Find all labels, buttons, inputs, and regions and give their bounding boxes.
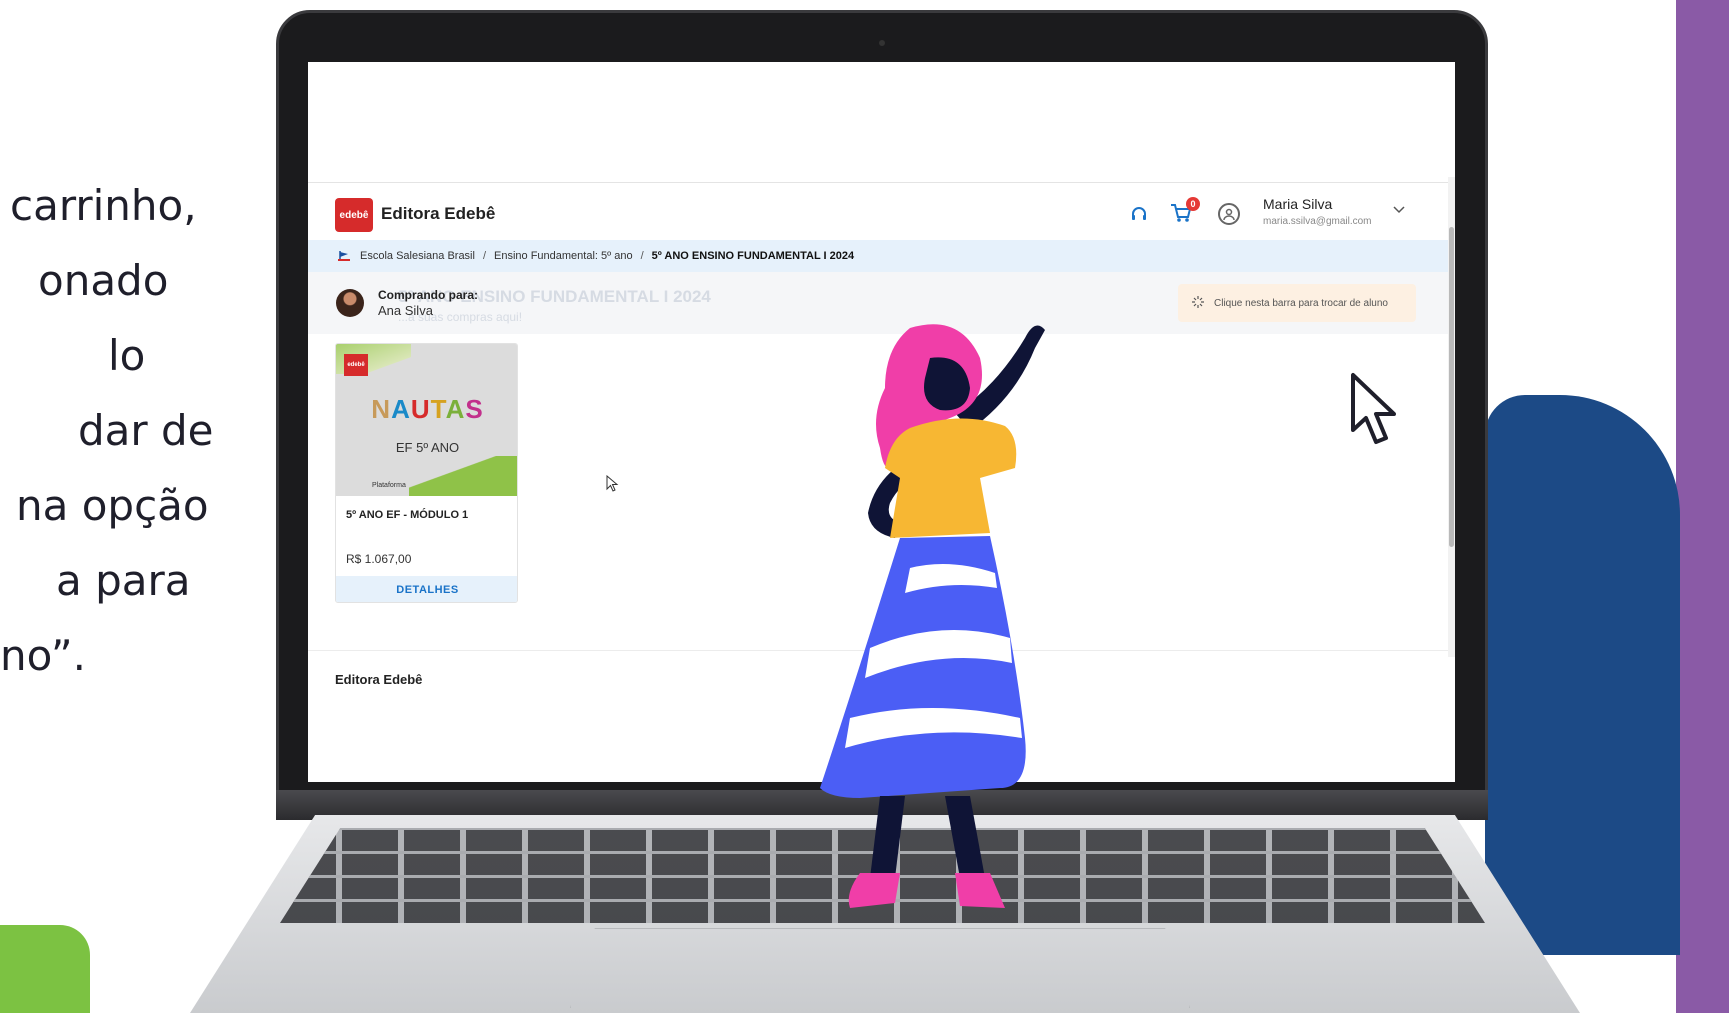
breadcrumb-separator: /: [482, 250, 487, 262]
series-letter: U: [410, 394, 431, 424]
breadcrumb-item-school[interactable]: Escola Salesiana Brasil: [360, 250, 475, 262]
instruction-line: no”.: [0, 631, 86, 680]
cover-grade: EF 5º ANO: [395, 440, 460, 455]
cover-grass-decoration: [409, 456, 517, 496]
instruction-line: dar de: [78, 406, 214, 455]
footer-brand: Editora Edebê: [335, 672, 423, 687]
user-circle-icon[interactable]: [1218, 203, 1240, 225]
details-button[interactable]: DETALHES: [336, 576, 517, 602]
cover-platform-label: Plataforma: [372, 482, 406, 489]
camera-icon: [879, 40, 885, 46]
chevron-down-icon[interactable]: [1393, 203, 1405, 217]
woman-illustration: [790, 318, 1090, 968]
cart-count-badge: 0: [1186, 197, 1200, 211]
instruction-line: na opção: [16, 481, 209, 530]
student-avatar: [336, 289, 364, 317]
series-title: NAUTAS: [336, 394, 517, 425]
user-name[interactable]: Maria Silva: [1263, 196, 1332, 212]
large-pointer-icon: [1350, 372, 1410, 452]
scrollbar-thumb[interactable]: [1449, 227, 1454, 547]
breadcrumb-item-grade[interactable]: Ensino Fundamental: 5º ano: [494, 250, 633, 262]
series-letter: T: [430, 394, 446, 424]
buying-for-label: Comprando para:: [378, 288, 479, 302]
mouse-pointer-icon: [606, 474, 620, 493]
background-green-shape: [0, 925, 90, 1013]
instruction-line: a para: [56, 556, 191, 605]
user-email: maria.ssilva@gmail.com: [1263, 216, 1372, 227]
product-price: R$ 1.067,00: [346, 552, 412, 566]
breadcrumb-separator: /: [640, 250, 644, 262]
series-letter: A: [445, 394, 466, 424]
cover-edebe-logo: edebê: [344, 354, 368, 376]
app-title[interactable]: Editora Edebê: [381, 204, 495, 224]
edebe-logo[interactable]: edebê: [335, 198, 373, 232]
instruction-text: carrinho, onado lo dar de na opção a par…: [0, 168, 260, 693]
instruction-line: onado: [38, 256, 169, 305]
click-sparkle-icon: [1192, 295, 1204, 311]
headset-icon[interactable]: [1130, 206, 1148, 222]
breadcrumb: Escola Salesiana Brasil / Ensino Fundame…: [308, 240, 1448, 272]
background-blue-shape: [1485, 395, 1680, 955]
series-letter: S: [465, 394, 484, 424]
student-name: Ana Silva: [378, 303, 433, 318]
instruction-line: carrinho,: [10, 181, 197, 230]
product-cover[interactable]: edebê NAUTAS EF 5º ANO Plataforma: [336, 344, 517, 496]
switch-student-label: Clique nesta barra para trocar de aluno: [1214, 297, 1388, 309]
app-header: edebê Editora Edebê 0 Maria Silva maria.…: [308, 182, 1448, 240]
breadcrumb-item-current: 5º ANO ENSINO FUNDAMENTAL I 2024: [651, 250, 855, 262]
series-letter: A: [391, 394, 411, 424]
product-card[interactable]: edebê NAUTAS EF 5º ANO Plataforma 5º ANO…: [335, 343, 518, 603]
school-flag-icon: [338, 250, 350, 262]
series-letter: N: [371, 394, 392, 424]
product-title[interactable]: 5º ANO EF - MÓDULO 1: [346, 509, 468, 521]
background-purple-stripe: [1676, 0, 1729, 1013]
switch-student-button[interactable]: Clique nesta barra para trocar de aluno: [1178, 284, 1416, 322]
instruction-line: lo: [108, 331, 146, 380]
